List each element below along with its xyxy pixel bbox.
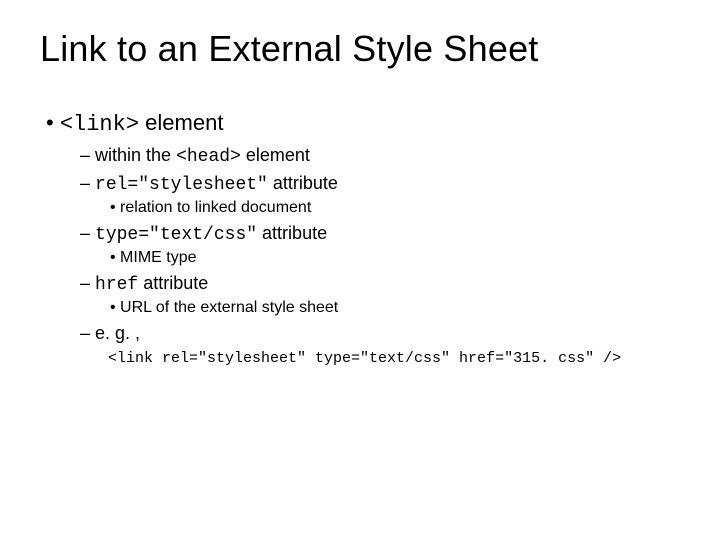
bullet-rel-attribute: rel="stylesheet" attribute relation to l… xyxy=(80,173,680,217)
code-rel-stylesheet: rel="stylesheet" xyxy=(95,175,268,195)
code-example-link: <link rel="stylesheet" type="text/css" h… xyxy=(108,350,680,367)
bullet-href-attribute: href attribute URL of the external style… xyxy=(80,273,680,317)
slide-title: Link to an External Style Sheet xyxy=(40,28,680,70)
code-link-tag: <link> xyxy=(60,112,139,137)
bullet-mime-type: MIME type xyxy=(110,249,680,267)
bullet-relation: relation to linked document xyxy=(110,199,680,217)
text-mime: MIME type xyxy=(120,249,196,266)
text-relation: relation to linked document xyxy=(120,199,311,216)
text-eg: e. g. , xyxy=(95,323,140,343)
code-href: href xyxy=(95,275,138,295)
code-type-textcss: type="text/css" xyxy=(95,225,257,245)
text-element-suffix: element xyxy=(241,145,310,165)
text-url-desc: URL of the external style sheet xyxy=(120,299,338,316)
bullet-list-level1: <link> element within the <head> element… xyxy=(46,110,680,367)
text-attribute: attribute xyxy=(257,223,327,243)
bullet-list-level3: MIME type xyxy=(110,249,680,267)
bullet-list-level2: within the <head> element rel="styleshee… xyxy=(80,145,680,344)
bullet-example-intro: e. g. , xyxy=(80,323,680,344)
bullet-list-level3: URL of the external style sheet xyxy=(110,299,680,317)
bullet-type-attribute: type="text/css" attribute MIME type xyxy=(80,223,680,267)
text-attribute: attribute xyxy=(268,173,338,193)
bullet-url-desc: URL of the external style sheet xyxy=(110,299,680,317)
text-element: element xyxy=(139,110,223,135)
bullet-list-level3: relation to linked document xyxy=(110,199,680,217)
bullet-within-head: within the <head> element xyxy=(80,145,680,167)
text-attribute: attribute xyxy=(138,273,208,293)
code-head-tag: <head> xyxy=(176,147,241,167)
bullet-link-element: <link> element within the <head> element… xyxy=(46,110,680,367)
text-within-the: within the xyxy=(95,145,176,165)
slide: Link to an External Style Sheet <link> e… xyxy=(0,0,720,540)
